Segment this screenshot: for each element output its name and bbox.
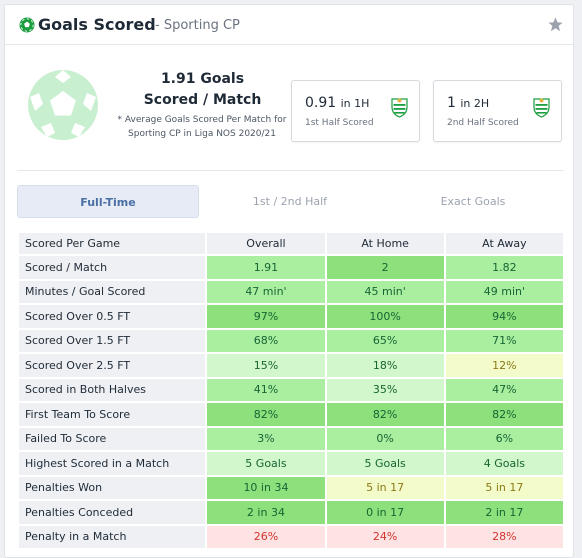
tab-bar: Full-Time 1st / 2nd Half Exact Goals (17, 185, 564, 219)
first-half-value: 0.91 in 1H (305, 95, 369, 111)
home-cell: 5 in 17 (326, 476, 444, 499)
header-scored-per-game: Scored Per Game (19, 233, 206, 254)
home-cell: 35% (326, 378, 444, 401)
first-half-label: 1st Half Scored (305, 118, 374, 128)
table-row: Minutes / Goal Scored 47 min' 45 min' 49 mi… (19, 280, 563, 303)
row-label: First Team To Score (19, 403, 206, 426)
overall-cell: 82% (207, 403, 325, 426)
away-cell: 94% (445, 305, 563, 328)
overall-cell: 2 in 34 (207, 501, 325, 524)
table-row: Scored Over 1.5 FT 68% 65% 71% (19, 329, 563, 352)
overall-cell: 41% (207, 378, 325, 401)
home-cell: 65% (326, 329, 444, 352)
overall-cell: 15% (207, 354, 325, 377)
overall-cell: 26% (207, 525, 325, 548)
row-label: Penalty in a Match (19, 525, 206, 548)
overall-cell: 5 Goals (207, 452, 325, 475)
home-cell: 18% (326, 354, 444, 377)
overall-cell: 68% (207, 329, 325, 352)
goals-value-line: 1.91 Goals (160, 71, 245, 87)
overall-cell: 97% (207, 305, 325, 328)
sporting-crest-icon (533, 98, 550, 118)
table-row: Failed To Score 3% 0% 6% (19, 427, 563, 450)
goals-per-match: 1.91 Goals Scored / Match (115, 69, 290, 111)
table-row: First Team To Score 82% 82% 82% (19, 403, 563, 426)
scored-stats-table: Scored Per Game Overall At Home At Away … (17, 231, 565, 550)
second-half-value: 1 in 2H (447, 95, 489, 111)
row-label: Scored in Both Halves (19, 378, 206, 401)
header-at-home: At Home (326, 233, 444, 254)
second-half-unit: in 2H (460, 97, 490, 110)
table-row: Penalties Won 10 in 34 5 in 17 5 in 17 (19, 476, 563, 499)
home-cell: 82% (326, 403, 444, 426)
table-row: Scored Over 2.5 FT 15% 18% 12% (19, 354, 563, 377)
away-cell: 2 in 17 (445, 501, 563, 524)
row-label: Failed To Score (19, 427, 206, 450)
section-divider (17, 170, 564, 171)
soccer-ball-icon (28, 70, 98, 140)
home-cell: 24% (326, 525, 444, 548)
goals-note: * Average Goals Scored Per Match for Spo… (117, 115, 287, 139)
second-half-number: 1 (447, 95, 456, 111)
away-cell: 5 in 17 (445, 476, 563, 499)
overall-cell: 3% (207, 427, 325, 450)
overall-cell: 10 in 34 (207, 476, 325, 499)
table-row: Scored in Both Halves 41% 35% 47% (19, 378, 563, 401)
home-cell: 5 Goals (326, 452, 444, 475)
table-row: Scored / Match 1.91 2 1.82 (19, 256, 563, 279)
overall-cell: 1.91 (207, 256, 325, 279)
first-half-number: 0.91 (305, 95, 337, 111)
home-cell: 2 (326, 256, 444, 279)
second-half-label: 2nd Half Scored (447, 118, 519, 128)
tab-half[interactable]: 1st / 2nd Half (199, 185, 381, 218)
card-title: Goals Scored (38, 15, 156, 34)
away-cell: 49 min' (445, 280, 563, 303)
home-cell: 0 in 17 (326, 501, 444, 524)
away-cell: 12% (445, 354, 563, 377)
tab-exact-goals[interactable]: Exact Goals (382, 185, 564, 218)
card-header: Goals Scored - Sporting CP (5, 5, 573, 45)
row-label: Scored / Match (19, 256, 206, 279)
overall-cell: 47 min' (207, 280, 325, 303)
first-half-unit: in 1H (340, 97, 370, 110)
away-cell: 6% (445, 427, 563, 450)
away-cell: 28% (445, 525, 563, 548)
header-at-away: At Away (445, 233, 563, 254)
row-label: Scored Over 0.5 FT (19, 305, 206, 328)
row-label: Scored Over 2.5 FT (19, 354, 206, 377)
row-label: Scored Over 1.5 FT (19, 329, 206, 352)
away-cell: 4 Goals (445, 452, 563, 475)
table-body: Scored / Match 1.91 2 1.82 Minutes / Goal Sc… (19, 256, 563, 548)
home-cell: 100% (326, 305, 444, 328)
tab-full-time[interactable]: Full-Time (17, 185, 199, 218)
first-half-box: 0.91 in 1H 1st Half Scored (291, 80, 420, 142)
sporting-crest-icon (391, 98, 408, 118)
away-cell: 47% (445, 378, 563, 401)
away-cell: 1.82 (445, 256, 563, 279)
soccer-ball-icon (19, 17, 35, 33)
star-icon[interactable] (547, 16, 564, 33)
row-label: Highest Scored in a Match (19, 452, 206, 475)
row-label: Penalties Won (19, 476, 206, 499)
goals-scored-card: Goals Scored - Sporting CP 1.91 Goals Sc… (4, 4, 574, 558)
row-label: Minutes / Goal Scored (19, 280, 206, 303)
away-cell: 82% (445, 403, 563, 426)
table-row: Scored Over 0.5 FT 97% 100% 94% (19, 305, 563, 328)
row-label: Penalties Conceded (19, 501, 206, 524)
goals-label-line: Scored / Match (143, 92, 262, 108)
home-cell: 0% (326, 427, 444, 450)
table-row: Penalties Conceded 2 in 34 0 in 17 2 in 17 (19, 501, 563, 524)
table-row: Highest Scored in a Match 5 Goals 5 Goals 4… (19, 452, 563, 475)
second-half-box: 1 in 2H 2nd Half Scored (433, 80, 562, 142)
table-row: Penalty in a Match 26% 24% 28% (19, 525, 563, 548)
header-overall: Overall (207, 233, 325, 254)
home-cell: 45 min' (326, 280, 444, 303)
table-header-row: Scored Per Game Overall At Home At Away (19, 233, 563, 254)
card-subtitle: - Sporting CP (155, 18, 240, 33)
away-cell: 71% (445, 329, 563, 352)
